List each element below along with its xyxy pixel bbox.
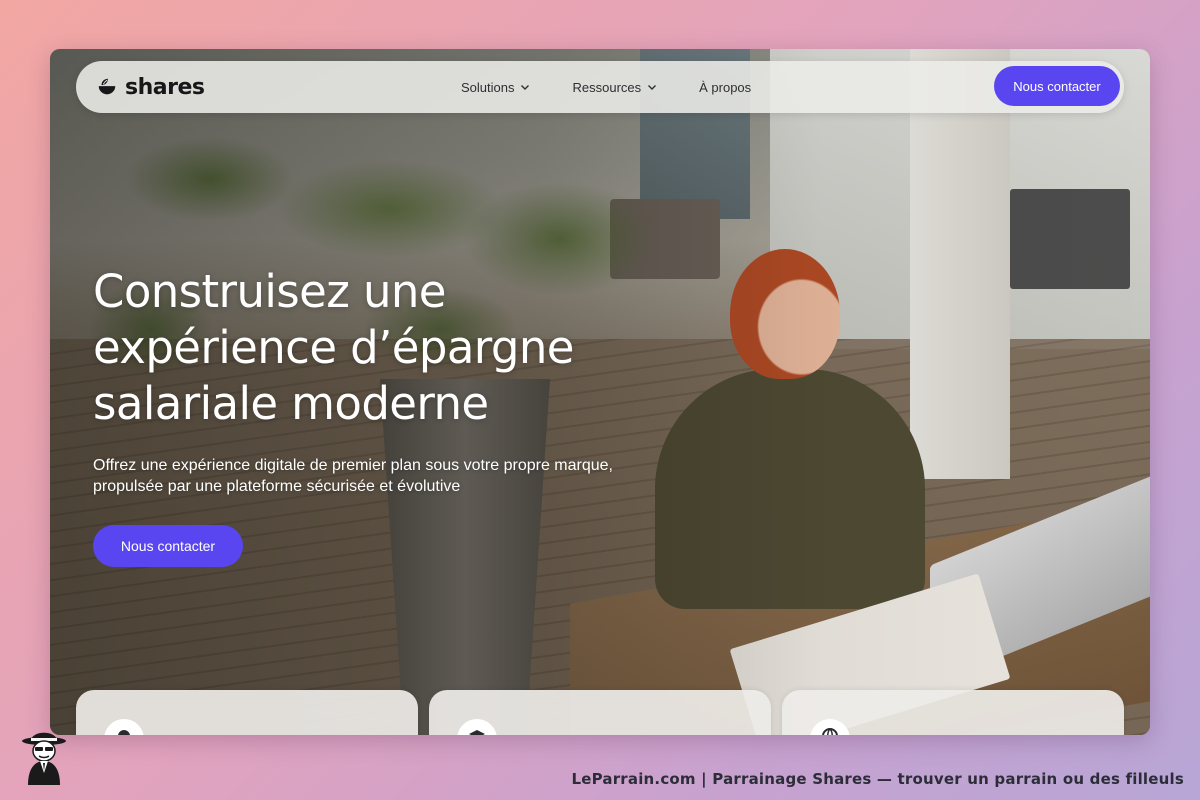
feature-card[interactable] <box>429 690 771 735</box>
hero-title: Construisez une expérience d’épargne sal… <box>93 265 575 430</box>
nav-item-a-propos[interactable]: À propos <box>699 80 751 95</box>
hero-subtitle: Offrez une expérience digitale de premie… <box>93 457 613 495</box>
feature-card[interactable] <box>76 690 418 735</box>
nav-item-label: À propos <box>699 79 752 95</box>
chevron-down-icon <box>521 85 530 90</box>
top-navigation: shares Solutions Ressources À propos Nou… <box>76 61 1124 113</box>
feature-card[interactable] <box>782 690 1124 735</box>
nav-item-label: Ressources <box>572 79 642 95</box>
nav-item-solutions[interactable]: Solutions <box>461 80 530 95</box>
footer-credit: LeParrain.com | Parrainage Shares — trou… <box>571 770 1184 788</box>
nav-item-label: Solutions <box>461 79 515 95</box>
circle-icon <box>104 719 144 735</box>
brand-name: shares <box>125 74 205 100</box>
nav-contact-button[interactable]: Nous contacter <box>994 66 1120 106</box>
globe-icon <box>810 719 850 735</box>
nav-menu: Solutions Ressources À propos <box>461 61 751 113</box>
brand-logo[interactable]: shares <box>96 72 205 102</box>
godfather-mascot-icon <box>22 732 66 785</box>
website-screenshot: shares Solutions Ressources À propos Nou… <box>50 49 1150 735</box>
leaf-bowl-icon <box>98 78 116 95</box>
graduation-cap-icon <box>457 719 497 735</box>
chevron-down-icon <box>648 85 657 90</box>
hero-contact-button[interactable]: Nous contacter <box>93 525 243 567</box>
nav-item-ressources[interactable]: Ressources <box>572 80 657 95</box>
